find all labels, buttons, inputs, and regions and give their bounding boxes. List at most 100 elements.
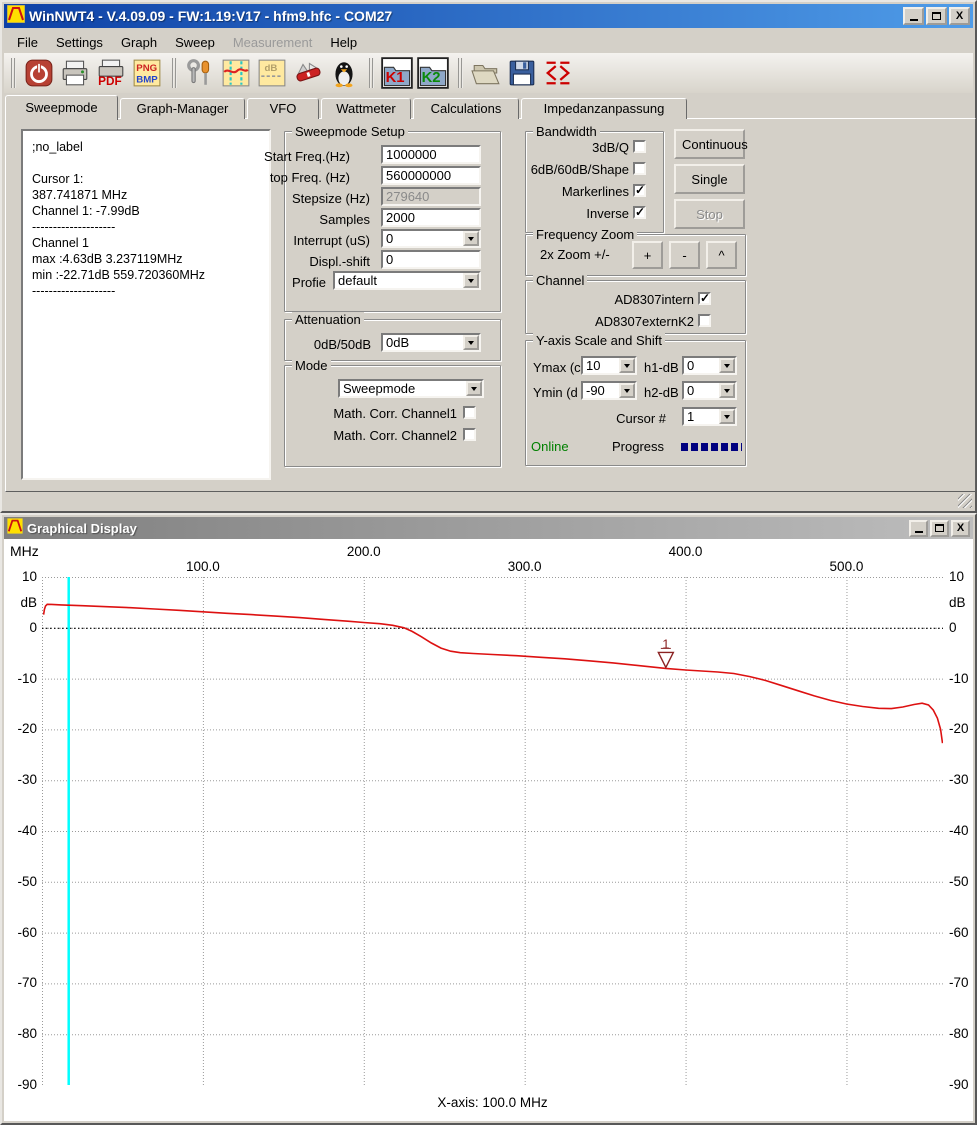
math-corr-ch2-checkbox[interactable]: [463, 428, 476, 441]
ad8307intern-checkbox[interactable]: [698, 292, 711, 305]
bw-6db-label: 6dB/60dB/Shape: [526, 162, 629, 177]
svg-text:PNG: PNG: [136, 63, 157, 74]
toolbar-separator: [369, 58, 374, 88]
sweep-width-button[interactable]: [540, 55, 576, 91]
menu-file[interactable]: File: [8, 33, 47, 52]
chevron-down-icon: [468, 341, 474, 348]
main-titlebar[interactable]: WinNWT4 - V.4.09.09 - FW:1.19:V17 - hfm9…: [4, 4, 973, 28]
zoom-out-button[interactable]: -: [669, 241, 700, 269]
bw-3db-checkbox[interactable]: [633, 140, 646, 153]
svg-text:dB: dB: [265, 63, 278, 74]
h2-db-combobox[interactable]: 0: [682, 381, 737, 400]
y-tick-label-right: -80: [949, 1026, 973, 1041]
menu-settings[interactable]: Settings: [47, 33, 112, 52]
maximize-button[interactable]: [926, 7, 947, 25]
x-tick-label: 200.0: [339, 544, 389, 559]
maximize-icon: [935, 524, 944, 532]
tab-vfo[interactable]: VFO: [247, 98, 319, 119]
export-png-bmp-button[interactable]: PNGBMP: [129, 55, 165, 91]
open-file-button[interactable]: [468, 55, 504, 91]
combo-dropdown-button[interactable]: [719, 409, 735, 424]
y-tick-label-right: -50: [949, 874, 973, 889]
cursor-number-combobox[interactable]: 1: [682, 407, 737, 426]
mode-combobox[interactable]: Sweepmode: [338, 379, 484, 398]
db-settings-button[interactable]: dB: [254, 55, 290, 91]
combo-dropdown-button[interactable]: [463, 335, 479, 350]
y-tick-label-left: -20: [4, 721, 37, 736]
close-button[interactable]: X: [949, 7, 970, 25]
sweep-display-button[interactable]: [218, 55, 254, 91]
tab-calculations[interactable]: Calculations: [413, 98, 519, 119]
samples-input[interactable]: [381, 208, 481, 227]
ymax-combobox[interactable]: 10: [581, 356, 637, 375]
chevron-down-icon: [468, 279, 474, 286]
tools-button[interactable]: [182, 55, 218, 91]
attenuation-combobox[interactable]: 0dB: [381, 333, 481, 352]
online-status: Online: [531, 439, 569, 454]
inverse-checkbox[interactable]: [633, 206, 646, 219]
minimize-button[interactable]: [909, 520, 928, 537]
sweepmode-tab-page: ;no_label Cursor 1: 387.741871 MHz Chann…: [5, 118, 976, 492]
tux-penguin-icon: [329, 58, 359, 88]
ymin-combobox[interactable]: -90: [581, 381, 637, 400]
combo-dropdown-button[interactable]: [463, 273, 479, 288]
k2-folder-icon: K2: [417, 57, 449, 89]
displ-shift-input[interactable]: [381, 250, 481, 269]
save-file-button[interactable]: [504, 55, 540, 91]
menu-sweep[interactable]: Sweep: [166, 33, 224, 52]
main-statusbar: [4, 491, 973, 509]
zoom-in-button[interactable]: +: [632, 241, 663, 269]
profile-label: Profie: [256, 275, 326, 290]
power-button[interactable]: [21, 55, 57, 91]
continuous-button[interactable]: Continuous: [674, 129, 745, 159]
bw-6db-checkbox[interactable]: [633, 162, 646, 175]
combo-dropdown-button[interactable]: [719, 383, 735, 398]
y-tick-label-left: -10: [4, 671, 37, 686]
combo-dropdown-button[interactable]: [463, 231, 479, 246]
k1-folder-icon: K1: [381, 57, 413, 89]
svg-text:PDF: PDF: [98, 75, 122, 88]
zoom-reset-button[interactable]: ^: [706, 241, 737, 269]
menu-graph[interactable]: Graph: [112, 33, 166, 52]
start-freq-input[interactable]: [381, 145, 481, 164]
y-tick-label-right: -70: [949, 975, 973, 990]
ad8307externk2-checkbox[interactable]: [698, 314, 711, 327]
tab-graph-manager[interactable]: Graph-Manager: [120, 98, 245, 119]
menu-help[interactable]: Help: [321, 33, 366, 52]
tab-wattmeter[interactable]: Wattmeter: [321, 98, 411, 119]
ad8307intern-label: AD8307intern: [546, 292, 694, 307]
channel-k2-button[interactable]: K2: [415, 55, 451, 91]
resize-grip[interactable]: [958, 494, 972, 508]
y-tick-label-left: -40: [4, 823, 37, 838]
print-pdf-button[interactable]: PDF: [93, 55, 129, 91]
graph-titlebar[interactable]: Graphical Display X: [4, 517, 973, 539]
combo-dropdown-button[interactable]: [719, 358, 735, 373]
tux-button[interactable]: [326, 55, 362, 91]
profile-combobox[interactable]: default: [333, 271, 481, 290]
chevron-down-icon: [624, 389, 630, 396]
channel-k1-button[interactable]: K1: [379, 55, 415, 91]
stop-freq-input[interactable]: [381, 166, 481, 185]
png-bmp-icon: PNGBMP: [132, 58, 162, 88]
minimize-button[interactable]: [903, 7, 924, 25]
combo-dropdown-button[interactable]: [466, 381, 482, 396]
math-corr-ch1-checkbox[interactable]: [463, 406, 476, 419]
tab-sweepmode[interactable]: Sweepmode: [5, 95, 118, 120]
combo-dropdown-button[interactable]: [619, 358, 635, 373]
toolbar-separator: [172, 58, 177, 88]
swiss-knife-button[interactable]: [290, 55, 326, 91]
print-button[interactable]: [57, 55, 93, 91]
tab-impedanzanpassung[interactable]: Impedanzanpassung: [521, 98, 687, 119]
ad8307externk2-label: AD8307externK2: [546, 314, 694, 329]
combo-dropdown-button[interactable]: [619, 383, 635, 398]
chevron-down-icon: [468, 237, 474, 244]
sweep-plot[interactable]: 1: [42, 577, 943, 1085]
maximize-button[interactable]: [930, 520, 949, 537]
markerlines-checkbox[interactable]: [633, 184, 646, 197]
close-button[interactable]: X: [951, 520, 970, 537]
markerlines-label: Markerlines: [526, 184, 629, 199]
single-button[interactable]: Single: [674, 164, 745, 194]
interrupt-combobox[interactable]: 0: [381, 229, 481, 248]
h1-db-combobox[interactable]: 0: [682, 356, 737, 375]
y-unit-label-right: dB: [949, 595, 973, 610]
